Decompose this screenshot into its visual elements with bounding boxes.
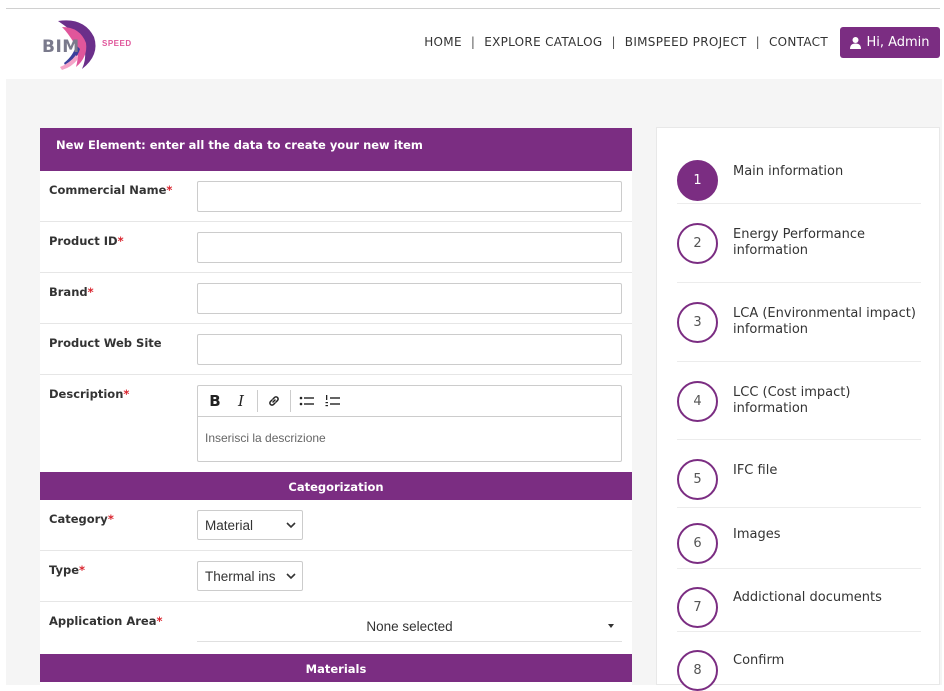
nav-separator: |: [611, 35, 616, 49]
field-label: Category*: [49, 512, 114, 526]
form-title: New Element: enter all the data to creat…: [40, 128, 632, 171]
nav-home[interactable]: HOME: [424, 35, 462, 49]
field-label: Brand*: [49, 285, 94, 299]
field-row-commercial-name: Commercial Name*: [40, 171, 632, 222]
bullet-list-icon[interactable]: [294, 389, 320, 413]
bold-button[interactable]: B: [202, 389, 228, 413]
step-number: 5: [677, 459, 718, 500]
caret-down-icon: [608, 624, 614, 628]
italic-button[interactable]: I: [228, 389, 254, 413]
brand-input[interactable]: [197, 283, 622, 314]
field-row-product-id: Product ID*: [40, 222, 632, 273]
type-select[interactable]: Thermal ins: [197, 561, 303, 591]
step-number: 7: [677, 587, 718, 628]
step-label: Confirm: [733, 653, 785, 668]
field-label: Product Web Site: [49, 336, 162, 350]
step-label: Main information: [733, 164, 844, 179]
step-label: Energy Performance information: [733, 227, 866, 258]
type-value: Thermal ins: [205, 568, 276, 584]
nav-separator: |: [755, 35, 760, 49]
editor-toolbar: B I: [198, 386, 621, 417]
step-label: Images: [733, 527, 781, 542]
field-row-brand: Brand*: [40, 273, 632, 324]
nav-bimspeed-project[interactable]: BIMSPEED PROJECT: [625, 35, 747, 49]
logo-subtext: SPEED: [102, 39, 132, 48]
field-label: Commercial Name*: [49, 183, 173, 197]
field-row-description: Description* B I Inserisci la descrizion…: [40, 375, 632, 472]
field-label: Application Area*: [49, 614, 163, 628]
category-value: Material: [205, 517, 254, 533]
field-row-application-area: Application Area* None selected: [40, 602, 632, 654]
web-site-input[interactable]: [197, 334, 622, 365]
field-label: Product ID*: [49, 234, 124, 248]
field-row-type: Type* Thermal ins: [40, 551, 632, 602]
chevron-down-icon: [286, 573, 296, 580]
step-number: 2: [677, 223, 718, 264]
user-button-label: Hi, Admin: [866, 35, 930, 50]
field-label: Description*: [49, 387, 130, 401]
application-area-value: None selected: [366, 619, 453, 634]
step-label: Addictional documents: [733, 590, 882, 605]
step-label: IFC file: [733, 463, 778, 478]
nav-separator: |: [470, 35, 476, 49]
bimspeed-logo[interactable]: BIM SPEED: [40, 15, 140, 71]
category-select[interactable]: Material: [197, 510, 303, 540]
field-label: Type*: [49, 563, 86, 577]
product-id-input[interactable]: [197, 232, 622, 263]
description-placeholder: Inserisci la descrizione: [205, 431, 326, 445]
step-number: 6: [677, 523, 718, 564]
step-number: 3: [677, 302, 718, 343]
new-element-form: New Element: enter all the data to creat…: [40, 128, 632, 685]
user-menu-button[interactable]: Hi, Admin: [840, 27, 940, 58]
description-editor[interactable]: B I Inserisci la descrizione: [197, 385, 622, 462]
step-number: 4: [677, 381, 718, 422]
link-icon[interactable]: [261, 389, 287, 413]
steps-panel: 1 Main information 2 Energy Performance …: [656, 127, 940, 691]
nav-explore-catalog[interactable]: EXPLORE CATALOG: [484, 35, 602, 49]
field-row-web-site: Product Web Site: [40, 324, 632, 375]
user-icon: [850, 36, 862, 49]
application-area-multiselect[interactable]: None selected: [197, 612, 622, 642]
categorization-header: Categorization: [40, 472, 632, 500]
site-header: BIM SPEED HOME | EXPLORE CATALOG | BIMSP…: [0, 9, 944, 79]
step-label: LCC (Cost impact) information: [733, 385, 851, 416]
step-label: LCA (Environmental impact) information: [733, 306, 916, 337]
main-nav: HOME | EXPLORE CATALOG | BIMSPEED PROJEC…: [424, 35, 828, 49]
materials-header: Materials: [40, 654, 632, 682]
logo-text: BIM: [42, 37, 80, 57]
step-number: 1: [677, 160, 718, 201]
field-row-category: Category* Material: [40, 500, 632, 551]
nav-contact[interactable]: CONTACT: [769, 35, 828, 49]
commercial-name-input[interactable]: [197, 181, 622, 212]
numbered-list-icon[interactable]: [320, 389, 346, 413]
chevron-down-icon: [286, 522, 296, 529]
